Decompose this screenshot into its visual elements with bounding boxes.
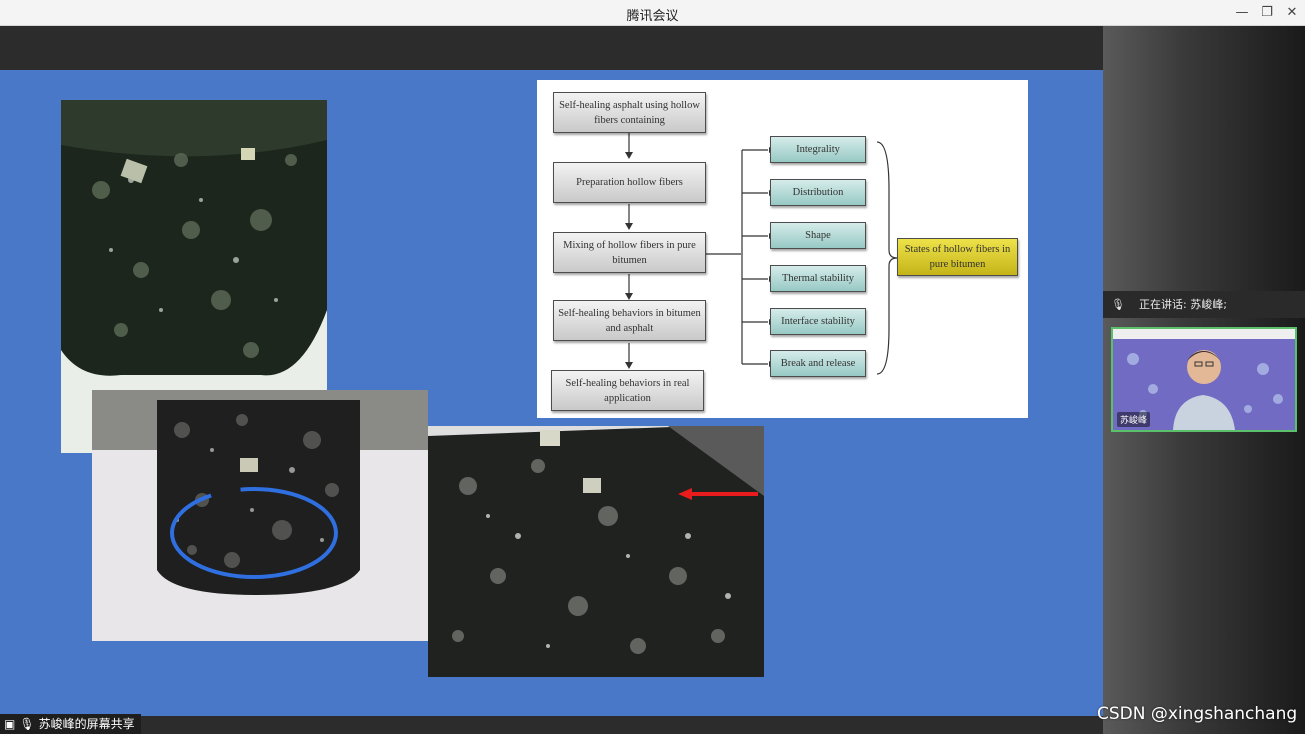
property-interface-stability: Interface stability [770, 308, 866, 335]
speaker-name-tag: 苏峻峰 [1117, 412, 1151, 427]
microphone-icon: 🎙 [19, 717, 35, 731]
asphalt-sample-photo-3 [428, 426, 764, 677]
presentation-slide: Self-healing asphalt using hollow fibers… [0, 70, 1103, 716]
property-break-and-release: Break and release [770, 350, 866, 377]
csdn-watermark: CSDN @xingshanchang [1097, 704, 1298, 724]
microphone-icon: 🎙 [1111, 298, 1125, 311]
flow-step-1: Self-healing asphalt using hollow fibers… [553, 92, 706, 133]
screen-share-icon: ▣ [4, 717, 16, 731]
minimize-icon[interactable]: — [1232, 3, 1252, 23]
speaking-indicator: 🎙 正在讲话: 苏峻峰; [1103, 291, 1305, 318]
screen-share-area: Self-healing asphalt using hollow fibers… [0, 26, 1103, 734]
speaking-text: 正在讲话: 苏峻峰; [1139, 298, 1227, 311]
title-bar: 腾讯会议 — ❐ ✕ [0, 0, 1305, 26]
speaker-video-tile[interactable]: 苏峻峰 [1111, 327, 1297, 432]
close-icon[interactable]: ✕ [1282, 3, 1302, 23]
asphalt-sample-photo-2 [92, 390, 428, 641]
window-title: 腾讯会议 [626, 9, 679, 24]
meeting-window: 腾讯会议 — ❐ ✕ Self-healing asphalt using ho… [0, 0, 1305, 734]
screen-share-label: 苏峻峰的屏幕共享 [38, 717, 135, 731]
restore-icon[interactable]: ❐ [1257, 3, 1277, 23]
flowchart: Self-healing asphalt using hollow fibers… [537, 80, 1028, 418]
property-thermal-stability: Thermal stability [770, 265, 866, 292]
property-integrality: Integrality [770, 136, 866, 163]
flow-step-2: Preparation hollow fibers [553, 162, 706, 203]
property-distribution: Distribution [770, 179, 866, 206]
property-shape: Shape [770, 222, 866, 249]
flow-step-5: Self-healing behaviors in real applicati… [551, 370, 704, 411]
flow-step-4: Self-healing behaviors in bitumen and as… [553, 300, 706, 341]
flow-step-3: Mixing of hollow fibers in pure bitumen [553, 232, 706, 273]
flow-result: States of hollow fibers in pure bitumen [897, 238, 1018, 276]
screen-share-indicator[interactable]: ▣ 🎙 苏峻峰的屏幕共享 [0, 714, 141, 734]
